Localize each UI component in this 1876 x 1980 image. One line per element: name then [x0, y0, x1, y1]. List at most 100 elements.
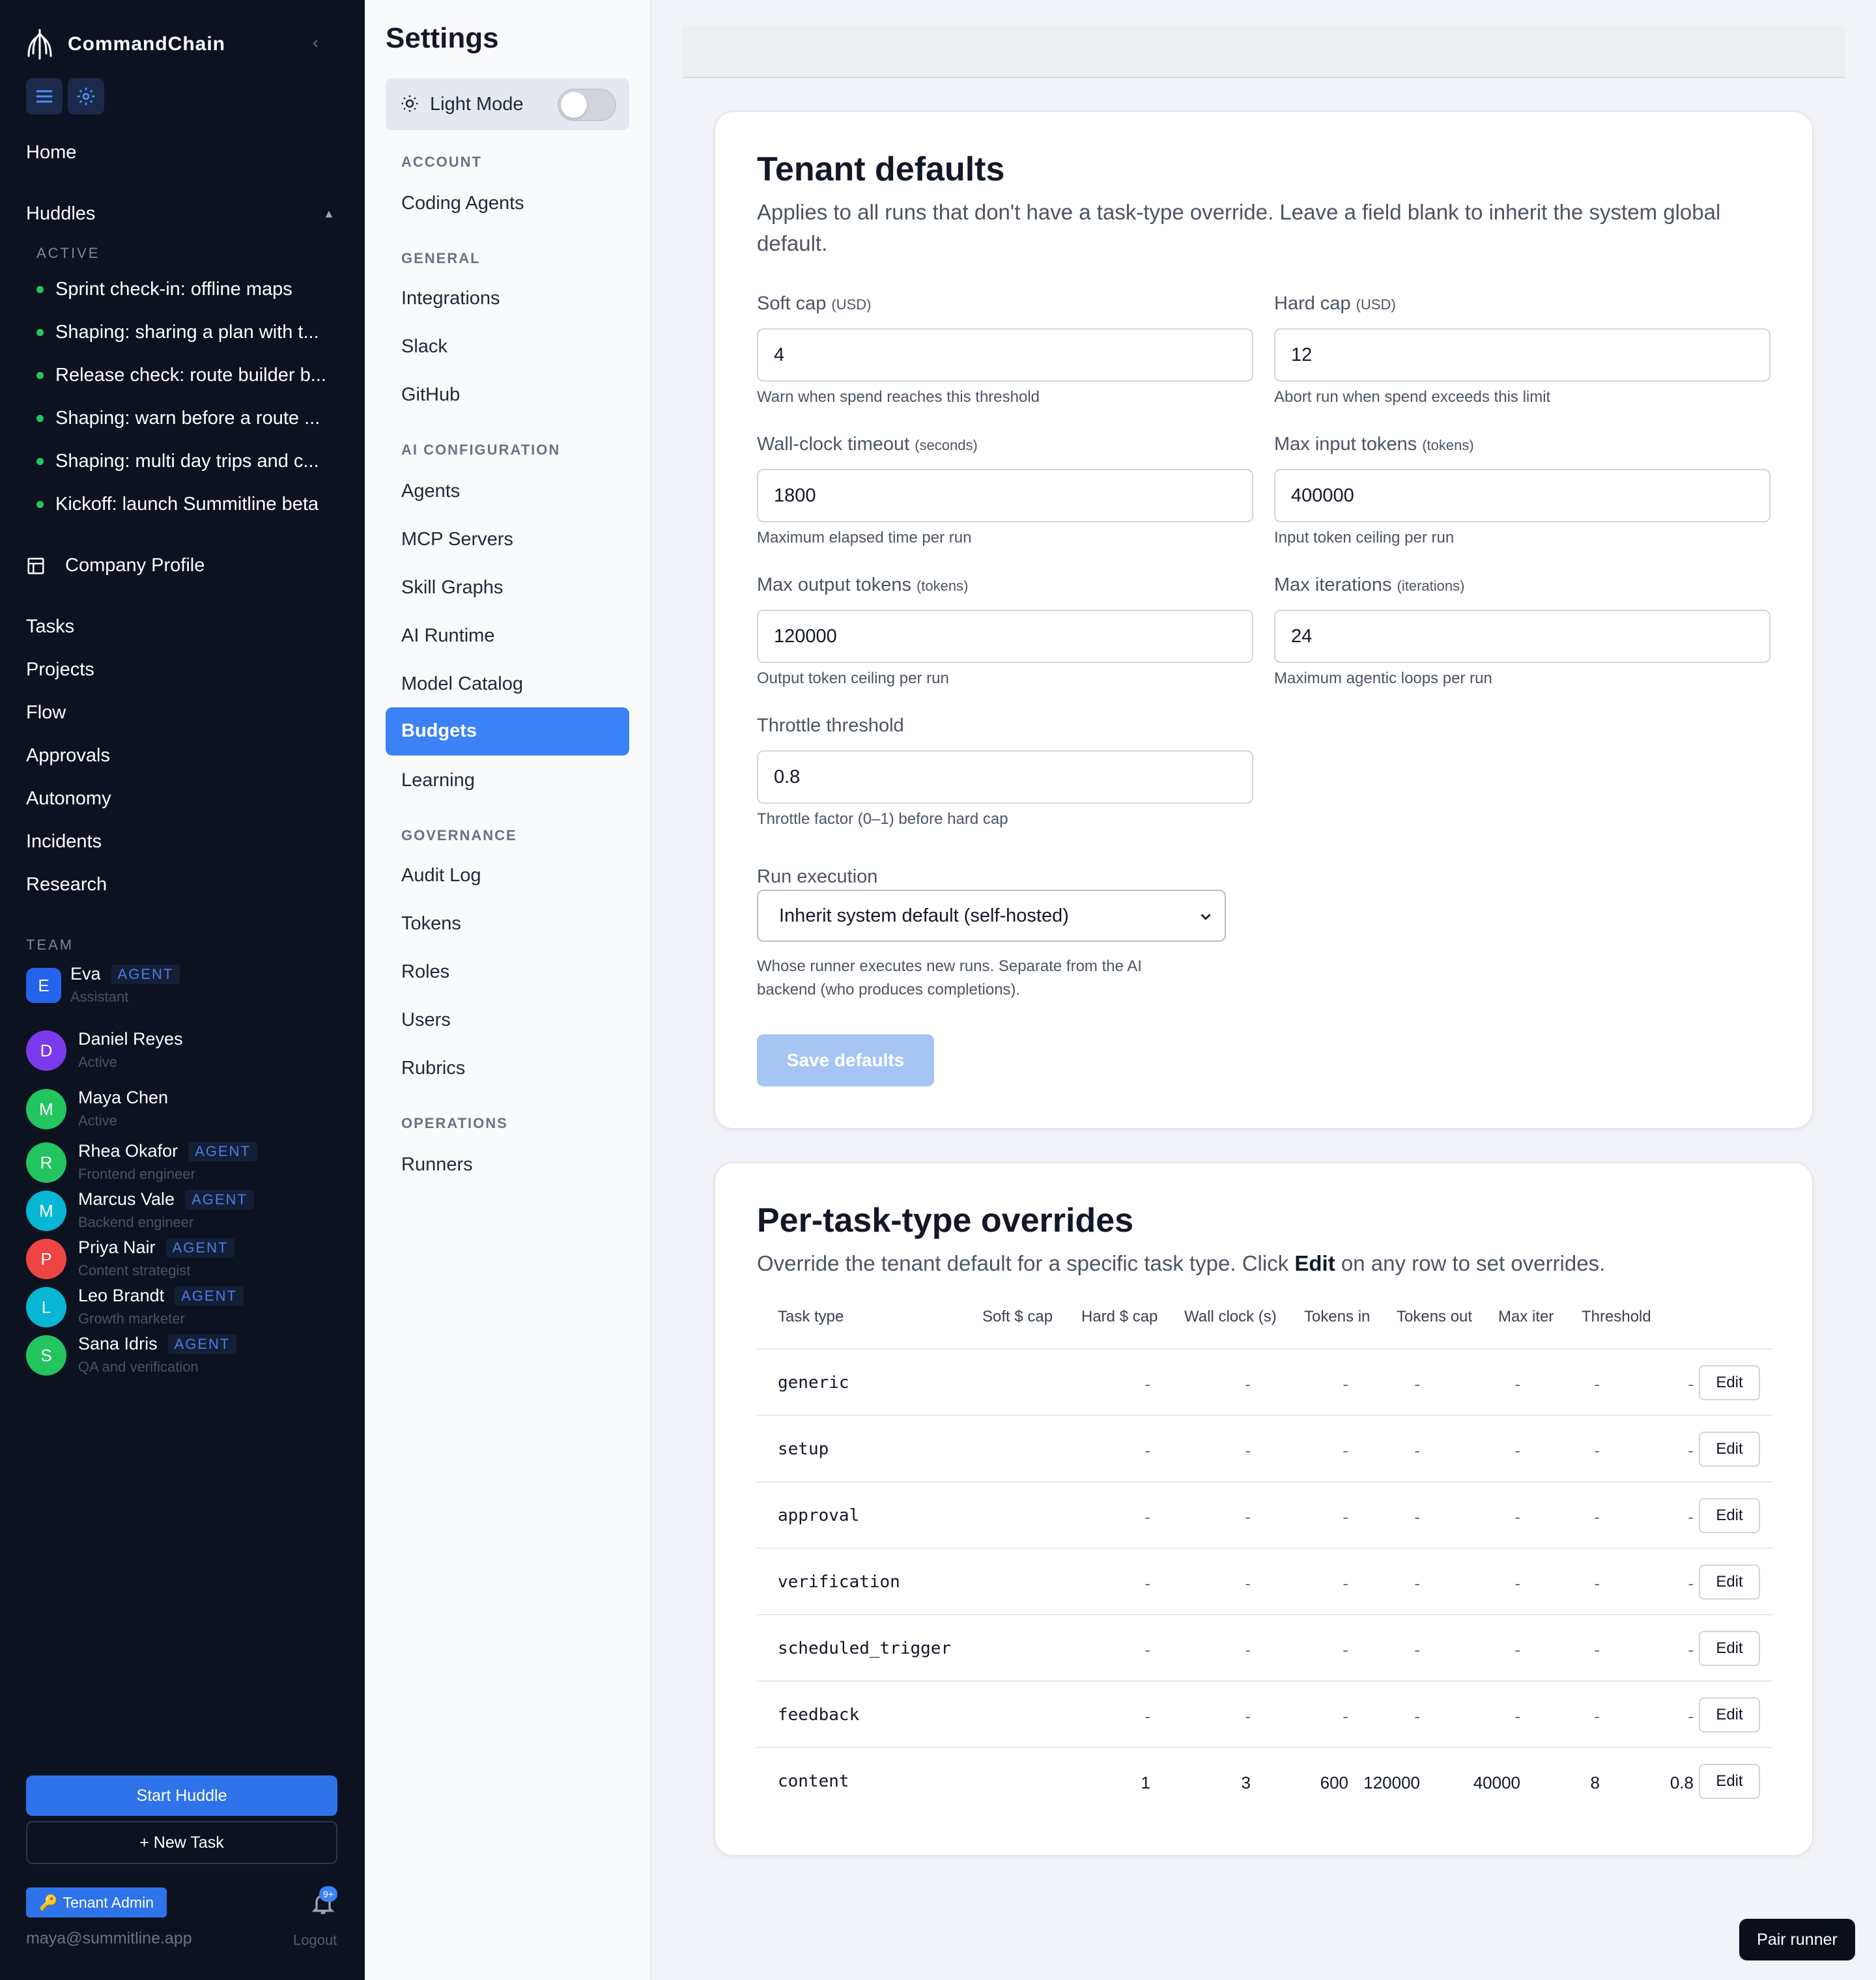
table-cell: - — [1343, 1441, 1348, 1460]
nav-home[interactable]: Home — [26, 142, 76, 163]
wall-clock-timeout-input[interactable]: 1800 — [757, 469, 1253, 522]
max-iterations-input[interactable]: 24 — [1274, 610, 1770, 663]
run-execution-select[interactable]: Inherit system default (self-hosted) — [757, 890, 1226, 942]
edit-button[interactable]: Edit — [1699, 1498, 1760, 1533]
hard-cap-input[interactable]: 12 — [1274, 328, 1770, 382]
soft-cap-input[interactable]: 4 — [757, 328, 1253, 382]
huddle-item[interactable]: Kickoff: launch Summitline beta — [36, 494, 319, 515]
member-subtitle: Active — [78, 1054, 117, 1070]
table-cell: 1 — [1141, 1773, 1150, 1792]
edit-button[interactable]: Edit — [1699, 1564, 1760, 1600]
nav-projects[interactable]: Projects — [26, 659, 94, 681]
member-subtitle: Active — [78, 1112, 117, 1129]
table-cell: - — [1514, 1574, 1520, 1593]
light-mode-row[interactable]: Light Mode — [386, 78, 629, 130]
table-cell: - — [1343, 1374, 1348, 1394]
commandchain-logo-icon — [27, 29, 52, 60]
settings-item-roles[interactable]: Roles — [401, 961, 449, 983]
task-type-cell: scheduled_trigger — [778, 1639, 952, 1658]
settings-item-github[interactable]: GitHub — [401, 384, 460, 406]
settings-item-agents[interactable]: Agents — [401, 481, 460, 502]
settings-item-rubrics[interactable]: Rubrics — [401, 1058, 465, 1079]
tenant-defaults-card: Tenant defaults Applies to all runs that… — [714, 111, 1813, 1129]
table-cell: - — [1514, 1441, 1520, 1460]
new-task-button[interactable]: + New Task — [26, 1821, 337, 1864]
table-cell: - — [1414, 1574, 1420, 1593]
nav-huddles[interactable]: Huddles — [26, 203, 95, 225]
max-output-tokens-label: Max output tokens (tokens) — [757, 574, 969, 595]
nav-autonomy[interactable]: Autonomy — [26, 788, 111, 810]
col-tokens-out: Tokens out — [1397, 1308, 1473, 1325]
nav-research[interactable]: Research — [26, 874, 107, 896]
nav-tasks[interactable]: Tasks — [26, 616, 74, 638]
avatar: E — [26, 968, 61, 1003]
agent-badge: AGENT — [185, 1189, 254, 1209]
save-defaults-button[interactable]: Save defaults — [757, 1034, 934, 1086]
collapse-sidebar-icon[interactable]: ‹ — [313, 33, 319, 53]
settings-item-audit-log[interactable]: Audit Log — [401, 865, 481, 886]
table-cell: - — [1514, 1507, 1520, 1527]
settings-item-skill-graphs[interactable]: Skill Graphs — [401, 577, 503, 599]
settings-item-ai-runtime[interactable]: AI Runtime — [401, 625, 494, 647]
start-huddle-button[interactable]: Start Huddle — [26, 1775, 337, 1816]
nav-flow[interactable]: Flow — [26, 702, 66, 724]
huddle-item[interactable]: Shaping: sharing a plan with t... — [36, 322, 319, 343]
pair-runner-button[interactable]: Pair runner — [1739, 1919, 1855, 1960]
throttle-threshold-input[interactable]: 0.8 — [757, 750, 1253, 804]
edit-button[interactable]: Edit — [1699, 1764, 1760, 1799]
max-input-tokens-help: Input token ceiling per run — [1274, 529, 1455, 546]
active-dot-icon — [36, 286, 44, 293]
settings-button[interactable] — [68, 78, 104, 115]
user-email: maya@summitline.app — [26, 1929, 192, 1947]
table-cell: 120000 — [1363, 1773, 1420, 1792]
col-tokens-in: Tokens in — [1304, 1308, 1371, 1325]
tenant-admin-badge[interactable]: 🔑 Tenant Admin — [26, 1888, 167, 1917]
settings-item-coding-agents[interactable]: Coding Agents — [401, 193, 524, 214]
nav-company-profile[interactable]: Company Profile — [26, 555, 205, 576]
logout-link[interactable]: Logout — [293, 1932, 337, 1949]
settings-item-tokens[interactable]: Tokens — [401, 913, 461, 935]
table-cell: 3 — [1241, 1773, 1251, 1792]
member-name: Sana Idris — [78, 1334, 158, 1353]
settings-item-integrations[interactable]: Integrations — [401, 288, 500, 309]
toggle-knob — [561, 92, 587, 118]
table-row: feedback - - - - - - - Edit — [757, 1682, 1772, 1748]
settings-item-runners[interactable]: Runners — [401, 1154, 473, 1176]
huddle-item[interactable]: Shaping: warn before a route ... — [36, 408, 320, 429]
table-row: verification - - - - - - - Edit — [757, 1549, 1772, 1615]
settings-item-users[interactable]: Users — [401, 1010, 451, 1031]
gear-icon — [77, 87, 95, 106]
table-cell: - — [1343, 1574, 1348, 1593]
task-type-cell: generic — [778, 1373, 849, 1393]
edit-button[interactable]: Edit — [1699, 1365, 1760, 1400]
edit-button[interactable]: Edit — [1699, 1697, 1760, 1732]
settings-item-model-catalog[interactable]: Model Catalog — [401, 673, 523, 695]
nav-incidents[interactable]: Incidents — [26, 831, 102, 853]
active-dot-icon — [36, 415, 44, 422]
table-row: approval - - - - - - - Edit — [757, 1482, 1772, 1549]
max-output-tokens-input[interactable]: 120000 — [757, 610, 1253, 663]
table-cell: 8 — [1590, 1773, 1600, 1792]
table-cell: 40000 — [1473, 1773, 1520, 1792]
settings-item-slack[interactable]: Slack — [401, 336, 448, 358]
section-general: GENERAL — [401, 250, 481, 266]
settings-item-budgets[interactable]: Budgets — [386, 707, 629, 756]
edit-button[interactable]: Edit — [1699, 1631, 1760, 1666]
nav-approvals[interactable]: Approvals — [26, 745, 110, 767]
menu-button[interactable] — [26, 78, 63, 115]
throttle-threshold-help: Throttle factor (0–1) before hard cap — [757, 810, 1008, 828]
edit-button[interactable]: Edit — [1699, 1432, 1760, 1467]
settings-item-mcp-servers[interactable]: MCP Servers — [401, 529, 513, 550]
soft-cap-help: Warn when spend reaches this threshold — [757, 388, 1040, 406]
huddle-item[interactable]: Shaping: multi day trips and c... — [36, 451, 319, 472]
huddles-caret-icon[interactable]: ▲ — [323, 207, 335, 221]
brand[interactable]: CommandChain — [26, 26, 225, 63]
light-mode-toggle[interactable] — [558, 89, 616, 121]
max-input-tokens-input[interactable]: 400000 — [1274, 469, 1770, 522]
settings-item-learning[interactable]: Learning — [401, 770, 475, 791]
table-cell: - — [1514, 1640, 1520, 1660]
member-name: Leo Brandt — [78, 1286, 165, 1305]
huddle-item[interactable]: Sprint check-in: offline maps — [36, 279, 292, 300]
huddle-item[interactable]: Release check: route builder b... — [36, 365, 326, 386]
overrides-description: Override the tenant default for a specif… — [757, 1251, 1606, 1275]
